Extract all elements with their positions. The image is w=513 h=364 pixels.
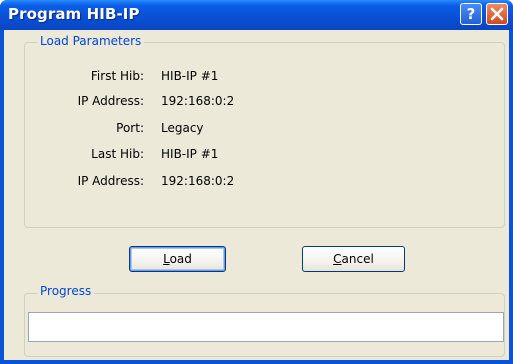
first-ip-address-value: 192:168:0:2 — [161, 94, 235, 108]
window-title: Program HIB-IP — [8, 5, 140, 23]
load-parameters-legend: Load Parameters — [37, 34, 145, 48]
dialog-body: Load Parameters First Hib: HIB-IP #1 IP … — [4, 30, 509, 360]
help-icon: ? — [466, 5, 476, 23]
load-button[interactable]: Load — [129, 246, 226, 272]
last-ip-address-label: IP Address: — [77, 174, 144, 188]
cancel-button-label: Cancel — [333, 252, 374, 266]
last-hib-label: Last Hib: — [91, 147, 144, 161]
first-ip-address-label: IP Address: — [77, 94, 144, 108]
title-bar[interactable]: Program HIB-IP ? — [0, 0, 513, 30]
cancel-button[interactable]: Cancel — [302, 246, 405, 272]
port-label: Port: — [116, 121, 144, 135]
first-hib-value: HIB-IP #1 — [161, 69, 219, 83]
load-button-label: Load — [163, 252, 192, 266]
progress-bar — [28, 312, 504, 342]
first-hib-label: First Hib: — [90, 69, 144, 83]
dialog-window: Program HIB-IP ? Load Parameters First H… — [0, 0, 513, 364]
progress-legend: Progress — [37, 284, 95, 298]
help-button[interactable]: ? — [460, 3, 482, 25]
port-value: Legacy — [161, 121, 204, 135]
last-ip-address-value: 192:168:0:2 — [161, 174, 235, 188]
last-hib-value: HIB-IP #1 — [161, 147, 219, 161]
close-button[interactable] — [486, 3, 508, 25]
close-icon — [490, 7, 504, 21]
